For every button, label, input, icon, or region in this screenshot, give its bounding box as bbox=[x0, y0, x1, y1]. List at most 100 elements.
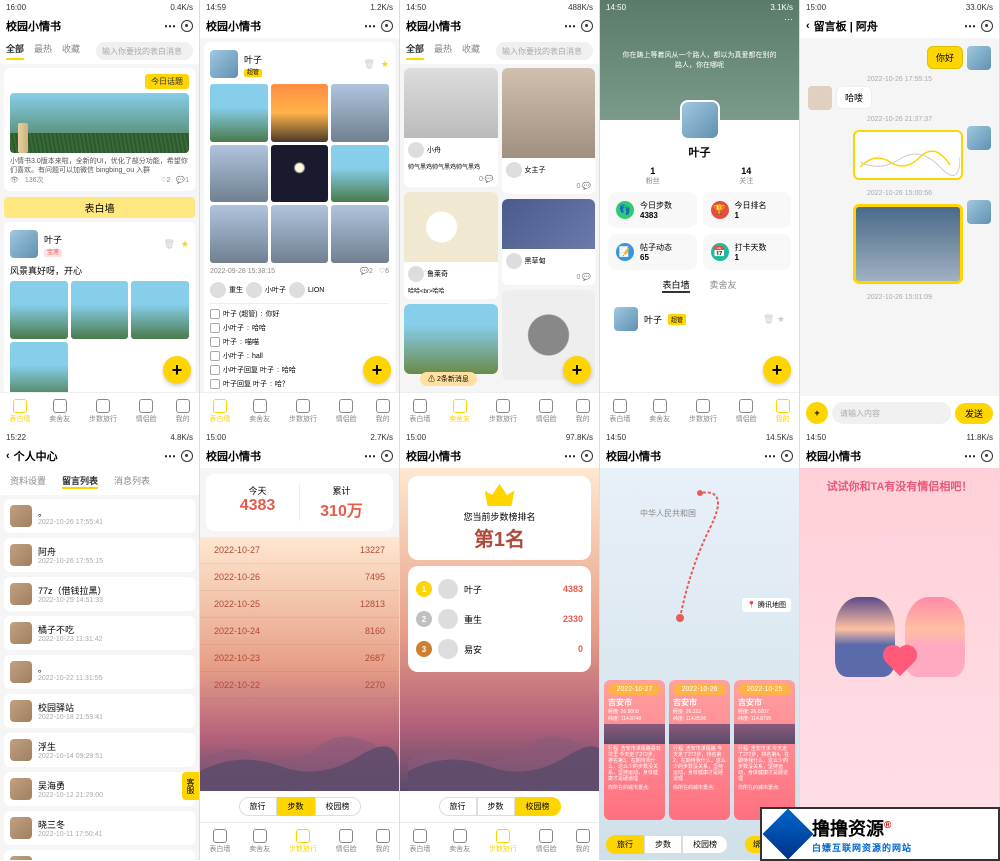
target-icon[interactable] bbox=[381, 20, 393, 32]
fans-count[interactable]: 1粉丝 bbox=[646, 166, 660, 186]
nav-wall[interactable]: 表白墙 bbox=[209, 399, 230, 424]
search-input[interactable]: 输入你要找的表白消息 bbox=[96, 42, 193, 60]
nav-steps[interactable]: 步数旅行 bbox=[89, 399, 117, 424]
target-icon[interactable] bbox=[181, 450, 193, 462]
nav-wall[interactable]: 表白墙 bbox=[209, 829, 230, 854]
seg-campus[interactable]: 校园榜 bbox=[682, 835, 728, 854]
star-icon[interactable]: ★ bbox=[381, 59, 389, 70]
more-icon[interactable]: ⋯ bbox=[364, 19, 377, 33]
nav-steps[interactable]: 步数旅行 bbox=[289, 399, 317, 424]
stat-steps[interactable]: 👣今日步数4383 bbox=[608, 192, 697, 228]
nav-steps[interactable]: 步数旅行 bbox=[289, 829, 317, 854]
avatar[interactable] bbox=[967, 46, 991, 70]
more-icon[interactable]: ⋯ bbox=[364, 449, 377, 463]
tab-profile[interactable]: 资料设置 bbox=[10, 474, 46, 489]
target-icon[interactable] bbox=[581, 450, 593, 462]
nav-steps[interactable]: 步数旅行 bbox=[489, 399, 517, 424]
stat-days[interactable]: 📅打卡天数1 bbox=[703, 234, 792, 270]
tab-hot[interactable]: 最热 bbox=[434, 42, 452, 60]
nav-couple[interactable]: 情侣脸 bbox=[536, 829, 557, 854]
nav-wall[interactable]: 表白墙 bbox=[409, 829, 430, 854]
message-list-item[interactable]: 晓三冬2022-10-11 17:50:41 bbox=[4, 811, 195, 845]
seg-travel[interactable]: 旅行 bbox=[606, 835, 644, 854]
tab-msglist[interactable]: 消息列表 bbox=[114, 474, 150, 489]
nav-me[interactable]: 我的 bbox=[776, 399, 790, 424]
avatar[interactable] bbox=[210, 50, 238, 78]
back-icon[interactable]: ‹ bbox=[6, 450, 10, 462]
travel-card[interactable]: 2022-10-26吉安市经度: 26.223 纬度: 114.8506行程: … bbox=[669, 680, 730, 820]
more-icon[interactable]: ⋯ bbox=[784, 14, 793, 24]
tab-msgboard[interactable]: 留言列表 bbox=[62, 474, 98, 489]
nav-sell[interactable]: 卖舍友 bbox=[49, 399, 70, 424]
more-icon[interactable]: ⋯ bbox=[564, 449, 577, 463]
more-icon[interactable]: ⋯ bbox=[564, 19, 577, 33]
seg-campus[interactable]: 校园榜 bbox=[515, 797, 561, 816]
message-list-item[interactable]: 橘子不吃2022-10-23 11:31:42 bbox=[4, 616, 195, 650]
trash-icon[interactable]: 🗑 bbox=[163, 239, 174, 250]
add-fab[interactable]: + bbox=[363, 356, 391, 384]
feed-item[interactable]: 小舟帅气黑鸡帅气黑鸡帅气黑鸡0 💬 bbox=[404, 68, 498, 187]
message-list-item[interactable]: 77z（借钱拉黑）2022-10-25 14:51:33 bbox=[4, 577, 195, 611]
stat-posts[interactable]: 📝帖子动态65 bbox=[608, 234, 697, 270]
nav-couple[interactable]: 情侣脸 bbox=[536, 399, 557, 424]
nav-sell[interactable]: 卖舍友 bbox=[449, 399, 470, 424]
tab-hot[interactable]: 最热 bbox=[34, 42, 52, 60]
nav-steps[interactable]: 步数旅行 bbox=[689, 399, 717, 424]
seg-travel[interactable]: 旅行 bbox=[239, 797, 277, 816]
message-list-item[interactable]: 。2022-10-22 11:31:55 bbox=[4, 655, 195, 689]
nav-me[interactable]: 我的 bbox=[376, 399, 390, 424]
seg-steps[interactable]: 步数 bbox=[277, 797, 315, 816]
avatar[interactable] bbox=[808, 86, 832, 110]
more-icon[interactable]: ⋯ bbox=[964, 19, 977, 33]
message-list-item[interactable]: 浮生2022-10-14 09:29:51 bbox=[4, 733, 195, 767]
tab-all[interactable]: 全部 bbox=[6, 42, 24, 60]
nav-wall[interactable]: 表白墙 bbox=[409, 399, 430, 424]
rank-row[interactable]: 3易安0 bbox=[416, 634, 583, 664]
travel-card[interactable]: 2022-10-25吉安市经度: 26.0207 纬度: 114.8795行程:… bbox=[734, 680, 795, 820]
message-list-item[interactable]: 2022-10-07 19:12:06 bbox=[4, 850, 195, 860]
nav-steps[interactable]: 步数旅行 bbox=[489, 829, 517, 854]
target-icon[interactable] bbox=[581, 20, 593, 32]
avatar[interactable] bbox=[10, 230, 38, 258]
message-input[interactable]: 请输入内容 bbox=[832, 402, 951, 424]
topic-card[interactable]: 今日话题 小情书3.0版本来啦，全新的UI，优化了部分功能，希望你们喜欢。有问题… bbox=[4, 68, 195, 191]
add-fab[interactable]: + bbox=[763, 356, 791, 384]
feed-item[interactable] bbox=[404, 304, 498, 374]
message-list-item[interactable]: 吴海勇2022-10-12 21:29:00 bbox=[4, 772, 195, 806]
attach-button[interactable]: + bbox=[806, 402, 828, 424]
more-icon[interactable]: ⋯ bbox=[964, 449, 977, 463]
more-icon[interactable]: ⋯ bbox=[164, 449, 177, 463]
nav-wall[interactable]: 表白墙 bbox=[609, 399, 630, 424]
message-list-item[interactable]: 阿舟2022-10-26 17:55:15 bbox=[4, 538, 195, 572]
rank-row[interactable]: 1叶子4383 bbox=[416, 574, 583, 604]
customer-service-button[interactable]: 客服 bbox=[182, 772, 199, 800]
nav-couple[interactable]: 情侣脸 bbox=[136, 399, 157, 424]
tab-fav[interactable]: 收藏 bbox=[462, 42, 480, 60]
feed-item[interactable]: 女主子0 💬 bbox=[502, 68, 596, 194]
tab-sell[interactable]: 卖舍友 bbox=[710, 278, 737, 293]
travel-card[interactable]: 2022-10-27吉安市经度: 26.8008 纬度: 114.8748行程:… bbox=[604, 680, 665, 820]
nav-couple[interactable]: 情侣脸 bbox=[336, 399, 357, 424]
follow-count[interactable]: 14关注 bbox=[739, 166, 753, 186]
avatar[interactable] bbox=[967, 200, 991, 224]
trash-icon[interactable]: 🗑 bbox=[363, 59, 374, 70]
nav-me[interactable]: 我的 bbox=[576, 399, 590, 424]
nav-sell[interactable]: 卖舍友 bbox=[249, 399, 270, 424]
target-icon[interactable] bbox=[981, 450, 993, 462]
seg-travel[interactable]: 旅行 bbox=[439, 797, 477, 816]
nav-wall[interactable]: 表白墙 bbox=[9, 399, 30, 424]
nav-me[interactable]: 我的 bbox=[176, 399, 190, 424]
nav-couple[interactable]: 情侣脸 bbox=[736, 399, 757, 424]
tab-wall[interactable]: 表白墙 bbox=[662, 278, 689, 293]
nav-couple[interactable]: 情侣脸 bbox=[336, 829, 357, 854]
message-list-item[interactable]: 。2022-10-26 17:55:41 bbox=[4, 499, 195, 533]
stat-rank[interactable]: 🏆今日排名1 bbox=[703, 192, 792, 228]
nav-sell[interactable]: 卖舍友 bbox=[449, 829, 470, 854]
seg-steps[interactable]: 步数 bbox=[477, 797, 515, 816]
back-icon[interactable]: ‹ bbox=[806, 20, 810, 32]
more-icon[interactable]: ⋯ bbox=[164, 19, 177, 33]
target-icon[interactable] bbox=[781, 450, 793, 462]
tab-all[interactable]: 全部 bbox=[406, 42, 424, 60]
nav-me[interactable]: 我的 bbox=[576, 829, 590, 854]
more-icon[interactable]: ⋯ bbox=[764, 449, 777, 463]
